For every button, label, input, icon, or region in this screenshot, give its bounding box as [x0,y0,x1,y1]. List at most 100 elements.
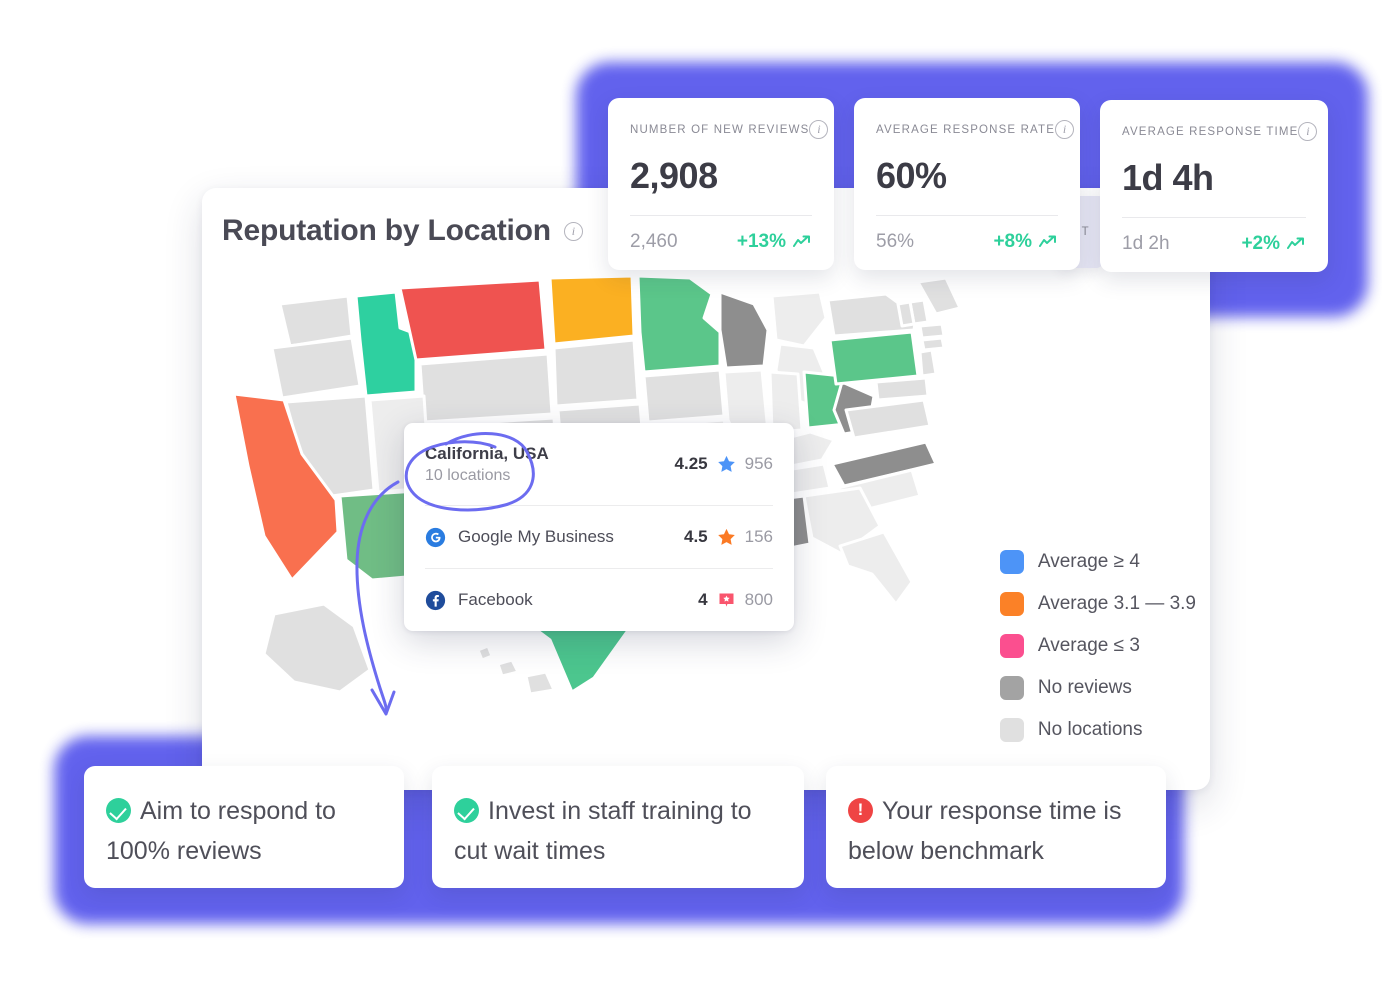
kpi-delta: +8% [993,231,1058,253]
divider [630,215,812,216]
state-new-jersey [918,348,938,378]
tooltip-location-count: 10 locations [425,466,511,484]
kpi-delta-value: +13% [736,231,786,252]
recommendation-text-wrapper: Aim to respond to 100% reviews [106,792,382,871]
legend-label: Average 3.1 — 3.9 [1037,593,1196,614]
tooltip-source-row-facebook[interactable]: Facebook 4 800 [425,568,773,631]
info-icon[interactable]: i [1298,122,1318,141]
kpi-delta-value: +8% [993,231,1032,252]
trend-up-icon [1039,235,1056,247]
trend-up-icon [793,235,810,247]
legend-swatch-icon [999,634,1024,658]
state-north-dakota [548,274,636,346]
recommendation-badge-icon [719,593,734,607]
check-icon [106,798,131,823]
tooltip-source-count: 156 [744,527,773,546]
tooltip-overall-count: 956 [744,454,773,473]
recommendation-card-2[interactable]: Invest in staff training to cut wait tim… [432,766,804,888]
state-alaska [262,602,372,694]
state-south-dakota [552,338,640,408]
kpi-header: NUMBER OF NEW REVIEWS i [630,120,829,139]
page-title: Reputation by Location [222,214,551,247]
kpi-label: AVERAGE RESPONSE TIME [1122,125,1299,138]
divider [1122,217,1306,218]
state-minnesota [636,274,722,374]
kpi-previous-value: 1d 2h [1122,233,1170,254]
legend-label: No locations [1037,719,1143,740]
legend-item[interactable]: No reviews [999,676,1196,700]
card-header: Reputation by Location i [222,214,583,248]
legend-swatch-icon [999,550,1024,574]
legend-item[interactable]: Average ≤ 3 [999,634,1196,658]
kpi-previous-value: 2,460 [630,231,678,252]
tooltip-source-name: Google My Business [458,527,614,546]
kpi-value: 60% [876,155,947,196]
kpi-previous-value: 56% [876,231,915,252]
legend-item[interactable]: No locations [999,718,1196,742]
state-wisconsin [718,290,770,370]
trend-up-icon [1287,237,1304,249]
tooltip-source-count: 800 [744,590,773,609]
legend-swatch-icon [999,718,1024,742]
screenshot-root: Reputation by Location i Average ≥ 4 Ave… [0,0,1382,994]
kpi-footer: 56% +8% [876,231,1058,253]
recommendation-text-wrapper: Invest in staff training to cut wait tim… [454,792,782,871]
state-michigan-up [770,290,828,348]
kpi-card-response-time: AVERAGE RESPONSE TIME i 1d 4h 1d 2h +2% [1100,100,1328,272]
tooltip-header-row: California, USA 10 locations 4.25 956 [425,423,773,505]
kpi-card-new-reviews: NUMBER OF NEW REVIEWS i 2,908 2,460 +13% [608,98,834,270]
state-vermont [896,300,916,328]
legend-label: No reviews [1037,677,1132,698]
location-tooltip: California, USA 10 locations 4.25 956 Go… [404,423,794,631]
recommendation-card-1[interactable]: Aim to respond to 100% reviews [84,766,404,888]
kpi-value: 1d 4h [1122,157,1214,198]
kpi-delta: +2% [1241,233,1306,255]
info-icon[interactable]: i [1055,120,1075,139]
kpi-footer: 1d 2h +2% [1122,233,1306,255]
kpi-delta-value: +2% [1241,233,1280,254]
tooltip-source-row-google[interactable]: Google My Business 4.5 156 [425,505,773,568]
legend-label: Average ≥ 4 [1037,551,1140,572]
check-icon [454,798,479,823]
state-pennsylvania [828,330,920,386]
tooltip-source-score: 4.5 [683,527,708,546]
kpi-header: AVERAGE RESPONSE RATE i [876,120,1075,139]
state-massachusetts [918,322,946,340]
alert-icon [848,798,873,823]
recommendation-text: Invest in staff training to cut wait tim… [454,797,752,865]
kpi-delta: +13% [737,231,812,253]
google-my-business-icon [425,527,446,547]
state-wyoming [418,352,554,424]
facebook-icon [425,590,446,610]
star-icon [717,455,735,472]
legend-swatch-icon [999,676,1024,700]
state-iowa [642,368,726,424]
kpi-header: AVERAGE RESPONSE TIME i [1122,122,1318,141]
tooltip-overall-score: 4.25 [674,454,708,473]
state-hawaii-1 [476,644,494,662]
star-icon [717,528,735,545]
state-oregon [270,336,362,400]
info-icon[interactable]: i [563,221,583,241]
legend-swatch-icon [999,592,1024,616]
legend-item[interactable]: Average ≥ 4 [999,550,1196,574]
divider [876,215,1058,216]
recommendation-card-3[interactable]: Your response time is below benchmark [826,766,1166,888]
legend-label: Average ≤ 3 [1037,635,1140,656]
tooltip-source-name: Facebook [458,590,533,609]
kpi-card-response-rate: AVERAGE RESPONSE RATE i 60% 56% +8% [854,98,1080,270]
state-connecticut [920,336,946,352]
tooltip-source-score: 4 [698,590,708,609]
state-maryland [874,376,930,402]
info-icon[interactable]: i [809,120,829,139]
map-legend: Average ≥ 4 Average 3.1 — 3.9 Average ≤ … [999,550,1196,742]
legend-item[interactable]: Average 3.1 — 3.9 [999,592,1196,616]
kpi-value: 2,908 [630,155,718,196]
state-montana [398,278,548,362]
tooltip-location-name: California, USA [425,443,549,463]
kpi-footer: 2,460 +13% [630,231,812,253]
recommendation-text: Your response time is below benchmark [848,797,1122,865]
state-hawaii-2 [496,658,520,678]
kpi-label: NUMBER OF NEW REVIEWS [630,123,810,136]
state-florida [838,530,914,606]
